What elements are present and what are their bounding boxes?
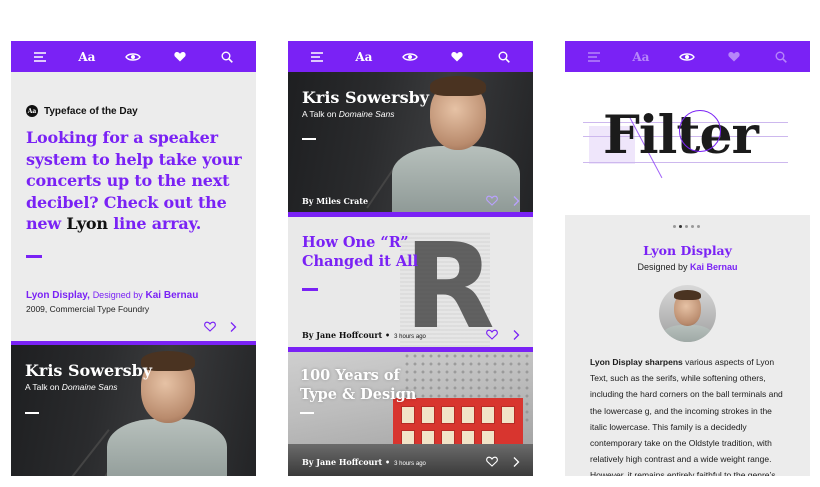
type-aa-icon[interactable]: Aa bbox=[631, 47, 651, 67]
favorite-heart-icon[interactable] bbox=[486, 329, 498, 341]
article-title: How One “R” Changed it All bbox=[302, 234, 419, 270]
article-time: 3 hours ago bbox=[394, 461, 426, 467]
article-title: 100 Years of Type & Design bbox=[300, 367, 417, 403]
description-lead: Lyon Display sharpens bbox=[590, 357, 683, 367]
chevron-right-icon[interactable] bbox=[512, 195, 524, 207]
divider-dash bbox=[25, 412, 39, 414]
favorite-heart-icon[interactable] bbox=[486, 456, 498, 468]
divider-dash bbox=[300, 412, 314, 414]
font-title: Lyon Display bbox=[643, 243, 732, 258]
featured-quote[interactable]: Looking for a speaker system to help tak… bbox=[26, 127, 248, 235]
quote-font-name: Lyon bbox=[66, 214, 108, 233]
article-byline[interactable]: By Jane Hoffcourt • 3 hours ago bbox=[302, 457, 426, 467]
microphone-graphic bbox=[71, 429, 110, 476]
description-text: various aspects of Lyon Text, such as th… bbox=[590, 357, 783, 476]
search-icon[interactable] bbox=[217, 47, 237, 67]
talk-card[interactable]: Kris Sowersby A Talk on Domaine Sans By … bbox=[288, 72, 533, 212]
pager-dot[interactable] bbox=[691, 225, 694, 228]
menu-icon[interactable] bbox=[307, 47, 327, 67]
search-icon[interactable] bbox=[771, 47, 791, 67]
talk-subtitle-font: Domaine Sans bbox=[61, 382, 118, 392]
designer-link[interactable]: Kai Bernau bbox=[690, 262, 738, 272]
quote-text-end: line array. bbox=[107, 214, 202, 233]
font-year-foundry: 2009, Commercial Type Foundry bbox=[26, 304, 150, 314]
byline-dot: • bbox=[385, 457, 391, 467]
favorite-heart-icon[interactable] bbox=[204, 321, 216, 333]
phone-screen-font-detail: Aa Filter Lyon Display Designed by Kai B… bbox=[565, 41, 810, 476]
specimen-highlight-circle bbox=[679, 110, 721, 152]
carousel-pager[interactable] bbox=[673, 225, 700, 228]
designed-by-label: Designed by bbox=[637, 262, 688, 272]
heart-icon[interactable] bbox=[724, 47, 744, 67]
typeface-of-the-day-label: Aa Typeface of the Day bbox=[26, 105, 138, 117]
designer-credit: Designed by Kai Bernau bbox=[565, 262, 810, 272]
font-name-link[interactable]: Lyon Display, bbox=[26, 290, 90, 301]
font-description: Lyon Display sharpens various aspects of… bbox=[590, 354, 790, 476]
article-card-r[interactable]: R How One “R” Changed it All By Jane Hoff… bbox=[288, 217, 533, 347]
type-specimen-carousel[interactable]: Filter bbox=[565, 72, 810, 215]
talk-title: Kris Sowersby bbox=[302, 88, 430, 107]
eye-icon[interactable] bbox=[677, 47, 697, 67]
pager-dot[interactable] bbox=[697, 225, 700, 228]
aa-badge-icon: Aa bbox=[26, 105, 38, 117]
talk-subtitle-prefix: A Talk on bbox=[25, 382, 60, 392]
menu-icon[interactable] bbox=[30, 47, 50, 67]
pager-dot[interactable] bbox=[673, 225, 676, 228]
type-aa-icon[interactable]: Aa bbox=[77, 47, 97, 67]
byline-dot: • bbox=[385, 330, 391, 340]
avatar[interactable] bbox=[659, 285, 716, 342]
phone-screen-typeface-of-the-day: Aa Aa Typeface of the Day Looking for a … bbox=[11, 41, 256, 476]
phone-screen-feed: Aa Kris Sowersby A Talk on Domaine Sans … bbox=[288, 41, 533, 476]
talk-byline[interactable]: By Miles Crate bbox=[302, 196, 368, 206]
article-card-exhibit[interactable]: 100 Years of Type & Design By Jane Hoffco… bbox=[288, 352, 533, 476]
chevron-right-icon[interactable] bbox=[512, 456, 524, 468]
talk-subtitle-font: Domaine Sans bbox=[338, 109, 395, 119]
favorite-heart-icon[interactable] bbox=[486, 195, 498, 207]
article-time: 3 hours ago bbox=[394, 334, 426, 340]
designer-link[interactable]: Kai Bernau bbox=[146, 290, 199, 301]
divider-dash bbox=[302, 138, 316, 140]
divider-dash bbox=[302, 288, 318, 291]
talk-title: Kris Sowersby bbox=[25, 361, 153, 380]
talk-subtitle: A Talk on Domaine Sans bbox=[302, 109, 394, 119]
talk-card[interactable]: Kris Sowersby A Talk on Domaine Sans bbox=[11, 341, 256, 476]
eye-icon[interactable] bbox=[123, 47, 143, 67]
designed-by-label: Designed by bbox=[92, 290, 143, 300]
talk-subtitle-prefix: A Talk on bbox=[302, 109, 337, 119]
heart-icon[interactable] bbox=[447, 47, 467, 67]
search-icon[interactable] bbox=[494, 47, 514, 67]
pager-dot-active[interactable] bbox=[679, 225, 682, 228]
top-navigation-bar: Aa bbox=[11, 41, 256, 72]
top-navigation-bar: Aa bbox=[565, 41, 810, 72]
chevron-right-icon[interactable] bbox=[229, 321, 241, 333]
chevron-right-icon[interactable] bbox=[512, 329, 524, 341]
divider-dash bbox=[26, 255, 42, 258]
article-byline[interactable]: By Jane Hoffcourt • 3 hours ago bbox=[302, 330, 426, 340]
type-aa-icon[interactable]: Aa bbox=[354, 47, 374, 67]
font-credit[interactable]: Lyon Display, Designed by Kai Bernau bbox=[26, 290, 198, 301]
pager-dot[interactable] bbox=[685, 225, 688, 228]
top-navigation-bar: Aa bbox=[288, 41, 533, 72]
section-label: Typeface of the Day bbox=[44, 105, 138, 117]
eye-icon[interactable] bbox=[400, 47, 420, 67]
heart-icon[interactable] bbox=[170, 47, 190, 67]
menu-icon[interactable] bbox=[584, 47, 604, 67]
talk-subtitle: A Talk on Domaine Sans bbox=[25, 382, 117, 392]
